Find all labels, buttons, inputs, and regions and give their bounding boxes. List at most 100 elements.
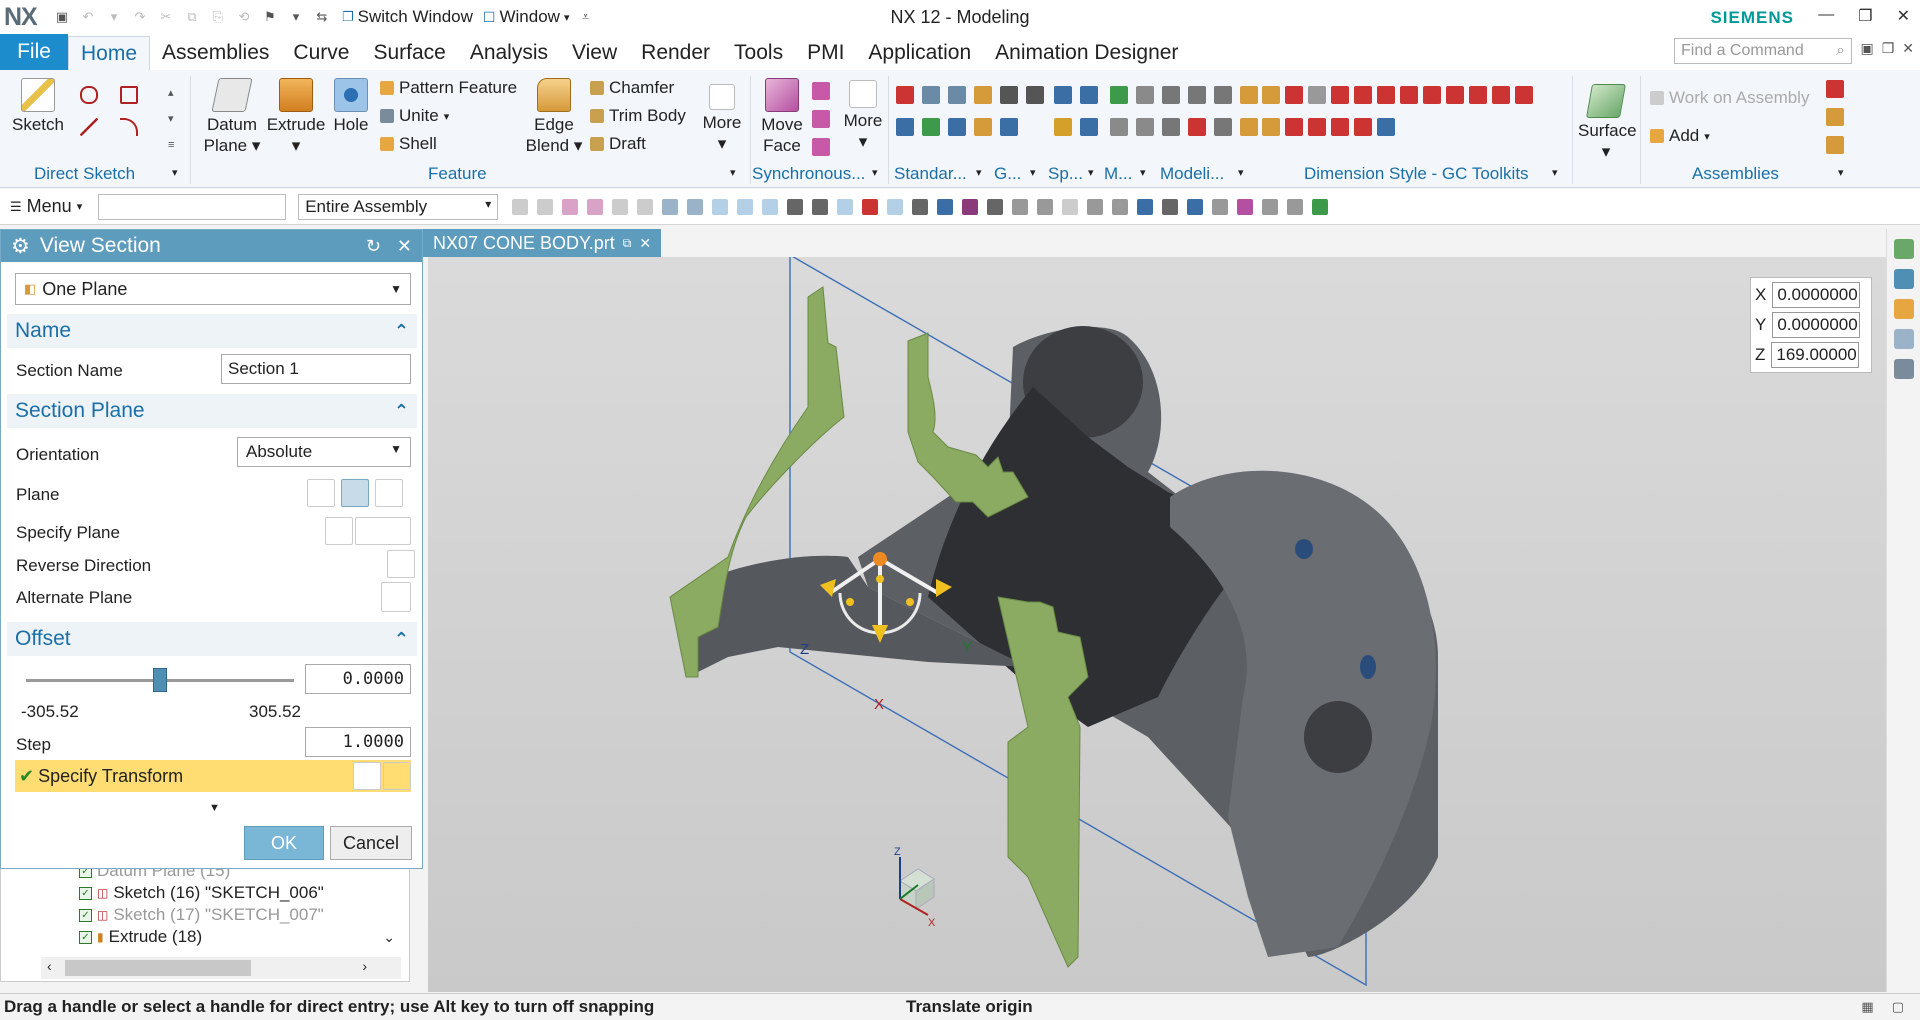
- paste-icon[interactable]: ⎘: [208, 7, 228, 27]
- reuse-library-icon[interactable]: [1893, 299, 1914, 319]
- assembly-tool-icon[interactable]: [1826, 80, 1844, 98]
- replace-face-icon[interactable]: [812, 110, 830, 128]
- command-finder-dropdown-icon[interactable]: ▾: [286, 7, 306, 27]
- rectangle-icon[interactable]: [120, 86, 138, 104]
- checkbox-icon[interactable]: ✓: [79, 930, 92, 944]
- close-icon[interactable]: ✕: [1897, 6, 1910, 26]
- sketch-gallery-scroll[interactable]: ▴ ▾ ≡: [168, 80, 174, 158]
- tab-application[interactable]: Application: [856, 36, 983, 70]
- dimension-tool-icon[interactable]: [1285, 86, 1303, 104]
- trim-body-button[interactable]: Trim Body: [590, 106, 686, 126]
- view-tool-icon[interactable]: [1037, 198, 1054, 215]
- view-tool-icon[interactable]: [1062, 198, 1079, 215]
- offset-value-input[interactable]: 0.0000: [305, 664, 411, 694]
- standard-tool-icon[interactable]: [974, 118, 992, 136]
- hole-button[interactable]: Hole: [328, 78, 374, 135]
- more-synchronous-button[interactable]: More ▾: [838, 80, 888, 152]
- cut-icon[interactable]: ✂: [156, 7, 176, 27]
- standard-tool-icon[interactable]: [974, 86, 992, 104]
- command-search-input[interactable]: Find a Command ⌕: [1674, 38, 1852, 64]
- chamfer-button[interactable]: Chamfer: [590, 78, 674, 98]
- standard-tool-icon[interactable]: [896, 118, 914, 136]
- step-value-input[interactable]: 1.0000: [305, 727, 411, 757]
- tab-surface[interactable]: Surface: [361, 36, 457, 70]
- tab-pmi[interactable]: PMI: [795, 36, 856, 70]
- view-tool-icon[interactable]: [1262, 198, 1279, 215]
- point-dialog-icon[interactable]: [353, 762, 381, 790]
- minimize-icon[interactable]: —: [1818, 6, 1834, 26]
- tab-render[interactable]: Render: [629, 36, 722, 70]
- dimension-tool-icon[interactable]: [1354, 86, 1372, 104]
- view-tool-icon[interactable]: [1312, 198, 1329, 215]
- assembly-navigator-icon[interactable]: [1893, 239, 1914, 259]
- standard-tool-icon[interactable]: [948, 86, 966, 104]
- tab-curve[interactable]: Curve: [281, 36, 361, 70]
- unite-button[interactable]: Unite ▾: [380, 106, 449, 126]
- tab-tools[interactable]: Tools: [722, 36, 795, 70]
- modeling-tool-icon[interactable]: [1162, 118, 1180, 136]
- csys-dialog-icon[interactable]: [383, 762, 411, 790]
- tree-row[interactable]: ✓ ◫ Sketch (16) "SKETCH_006": [79, 883, 324, 903]
- scroll-down-icon[interactable]: ⌄: [383, 929, 395, 946]
- datum-plane-button[interactable]: Datum Plane ▾: [200, 78, 264, 156]
- snap-tool-icon[interactable]: [787, 198, 804, 215]
- chevron-down-icon[interactable]: ▾: [172, 166, 178, 179]
- modeling-tool-icon[interactable]: [1214, 118, 1232, 136]
- dimension-tool-icon[interactable]: [1377, 86, 1395, 104]
- inferred-plane-select[interactable]: [355, 517, 411, 545]
- snap-tool-icon[interactable]: [512, 198, 529, 215]
- modeling-tool-icon[interactable]: [1214, 86, 1232, 104]
- g-tool-icon[interactable]: [1000, 86, 1018, 104]
- snap-tool-icon[interactable]: [687, 198, 704, 215]
- add-component-button[interactable]: Add ▾: [1650, 126, 1710, 146]
- standard-tool-icon[interactable]: [922, 118, 940, 136]
- move-face-button[interactable]: Move Face: [756, 78, 808, 156]
- z-coordinate-input[interactable]: 169.00000: [1771, 342, 1860, 368]
- standard-tool-icon[interactable]: [922, 86, 940, 104]
- work-on-assembly-button[interactable]: Work on Assembly: [1650, 88, 1809, 108]
- window-menu-button[interactable]: ☐ Window ▾: [483, 7, 570, 27]
- offset-section-header[interactable]: Offset ⌃: [7, 622, 417, 656]
- standard-tool-icon[interactable]: [948, 118, 966, 136]
- profile-icon[interactable]: [80, 86, 98, 104]
- type-filter-select[interactable]: [98, 193, 287, 220]
- assembly-tool-icon[interactable]: [1826, 136, 1844, 154]
- section-type-select[interactable]: ◧ One Plane ▼: [15, 273, 411, 305]
- snap-tool-icon[interactable]: [662, 198, 679, 215]
- rotate-handle[interactable]: [876, 575, 884, 583]
- plane-z-icon[interactable]: [375, 479, 403, 507]
- snap-tool-icon[interactable]: [812, 198, 829, 215]
- view-tool-icon[interactable]: [1287, 198, 1304, 215]
- alternate-plane-icon[interactable]: [381, 582, 411, 612]
- restore-window-icon[interactable]: ❐: [1882, 40, 1895, 57]
- dimension-tool-icon[interactable]: [1331, 86, 1349, 104]
- modeling-tool-icon[interactable]: [1240, 86, 1258, 104]
- part-file-tab[interactable]: NX07 CONE BODY.prt ⧉ ✕: [423, 229, 662, 257]
- m-tool-icon[interactable]: [1110, 118, 1128, 136]
- dimension-tool-icon[interactable]: [1308, 86, 1326, 104]
- g-tool-icon[interactable]: [1000, 118, 1018, 136]
- dimension-tool-icon[interactable]: [1308, 118, 1326, 136]
- snap-tool-icon[interactable]: [537, 198, 554, 215]
- dimension-tool-icon[interactable]: [1285, 118, 1303, 136]
- history-icon[interactable]: [1893, 359, 1914, 379]
- dimension-tool-icon[interactable]: [1400, 86, 1418, 104]
- snap-tool-icon[interactable]: [912, 198, 929, 215]
- command-finder-icon[interactable]: ⚑: [260, 7, 280, 27]
- draft-button[interactable]: Draft: [590, 134, 646, 154]
- x-coordinate-input[interactable]: 0.0000000: [1772, 282, 1861, 308]
- full-screen-icon[interactable]: ▦: [1861, 999, 1873, 1015]
- name-section-header[interactable]: Name ⌃: [7, 314, 417, 348]
- sp-tool-icon[interactable]: [1080, 86, 1098, 104]
- snap-tool-icon[interactable]: [737, 198, 754, 215]
- pattern-feature-button[interactable]: Pattern Feature: [380, 78, 517, 98]
- ok-button[interactable]: OK: [244, 826, 324, 860]
- section-plane-header[interactable]: Section Plane ⌃: [7, 394, 417, 428]
- chevron-down-icon[interactable]: ▾: [1552, 166, 1558, 179]
- chevron-down-icon[interactable]: ▾: [872, 166, 878, 179]
- tab-file[interactable]: File: [0, 34, 68, 70]
- snap-tool-icon[interactable]: [962, 198, 979, 215]
- dimension-tool-icon[interactable]: [1262, 118, 1280, 136]
- chevron-down-icon[interactable]: ▾: [1140, 166, 1146, 179]
- part-navigator-icon[interactable]: [1893, 269, 1914, 289]
